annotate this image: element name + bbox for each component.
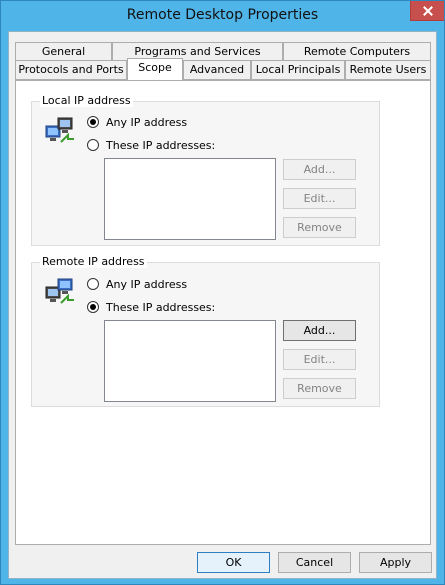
remote-add-button[interactable]: Add...: [283, 320, 356, 341]
remote-ip-group: Remote IP address Any IP address These I…: [31, 255, 380, 407]
local-ip-group-title: Local IP address: [40, 94, 133, 107]
local-ip-address-list[interactable]: [104, 158, 276, 240]
remote-these-ip-option[interactable]: These IP addresses:: [87, 299, 215, 315]
local-any-ip-label: Any IP address: [106, 115, 188, 129]
dialog-client-area: General Programs and Services Remote Com…: [8, 31, 437, 579]
local-add-button[interactable]: Add...: [283, 159, 356, 180]
remote-ip-address-list[interactable]: [104, 320, 276, 402]
local-edit-button[interactable]: Edit...: [283, 188, 356, 209]
network-computers-icon: [45, 117, 74, 143]
remote-any-ip-radio[interactable]: [87, 278, 99, 290]
remote-these-ip-label: These IP addresses:: [106, 300, 216, 314]
tab-protocols-and-ports[interactable]: Protocols and Ports: [15, 60, 127, 80]
tab-advanced[interactable]: Advanced: [183, 60, 251, 80]
tab-general[interactable]: General: [15, 42, 112, 62]
tab-local-principals[interactable]: Local Principals: [251, 60, 345, 80]
tab-scope[interactable]: Scope: [127, 58, 183, 80]
tab-remote-computers[interactable]: Remote Computers: [283, 42, 431, 62]
local-these-ip-label: These IP addresses:: [106, 138, 216, 152]
local-these-ip-radio[interactable]: [87, 139, 99, 151]
title-bar[interactable]: Remote Desktop Properties: [1, 1, 444, 31]
local-these-ip-option[interactable]: These IP addresses:: [87, 137, 215, 153]
remote-any-ip-option[interactable]: Any IP address: [87, 276, 187, 292]
window-title: Remote Desktop Properties: [126, 7, 319, 23]
local-any-ip-radio[interactable]: [87, 116, 99, 128]
close-button[interactable]: [410, 1, 444, 21]
local-ip-group: Local IP address Any IP address These IP…: [31, 94, 380, 246]
remote-these-ip-radio[interactable]: [87, 301, 99, 313]
ok-button[interactable]: OK: [197, 552, 270, 573]
remote-ip-group-title: Remote IP address: [40, 255, 147, 268]
tab-remote-users[interactable]: Remote Users: [345, 60, 431, 80]
local-any-ip-option[interactable]: Any IP address: [87, 114, 187, 130]
remote-edit-button[interactable]: Edit...: [283, 349, 356, 370]
cancel-button[interactable]: Cancel: [278, 552, 351, 573]
apply-button[interactable]: Apply: [359, 552, 432, 573]
network-computers-icon: [45, 278, 74, 304]
remote-remove-button[interactable]: Remove: [283, 378, 356, 399]
local-remove-button[interactable]: Remove: [283, 217, 356, 238]
dialog-window: Remote Desktop Properties General Progra…: [0, 0, 445, 585]
scope-tab-panel: Local IP address Any IP address These IP…: [15, 80, 431, 545]
remote-any-ip-label: Any IP address: [106, 277, 188, 291]
